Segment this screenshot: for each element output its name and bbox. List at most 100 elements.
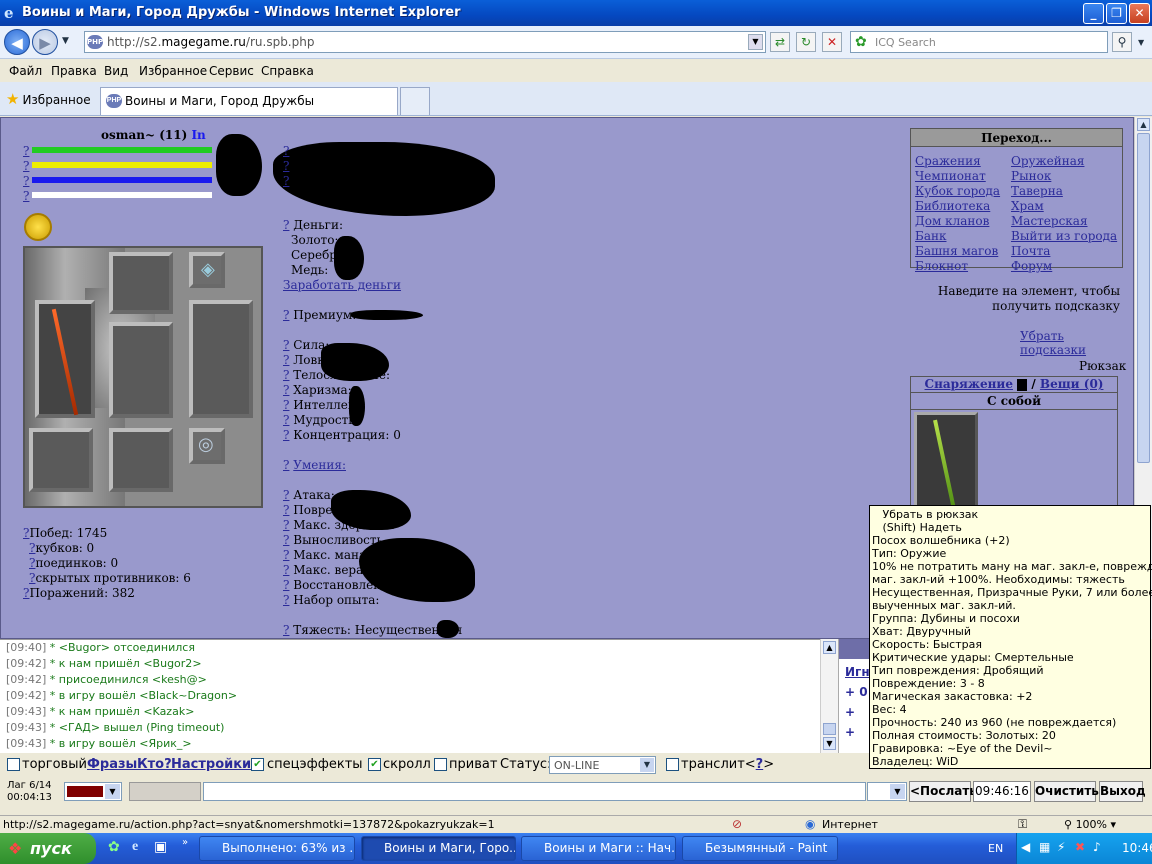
help-link[interactable]: ?: [283, 428, 289, 442]
address-bar[interactable]: PHP http://s2.magegame.ru/ru.spb.php ▼: [84, 31, 766, 53]
task-download[interactable]: Выполнено: 63% из ...: [199, 836, 355, 861]
nav-mage-tower[interactable]: Башня магов: [915, 244, 998, 258]
skills-link[interactable]: Умения:: [293, 458, 346, 472]
chat-nick[interactable]: Bugor2: [153, 657, 193, 670]
security-icon[interactable]: ⚿: [1018, 817, 1027, 832]
help-link[interactable]: ?: [283, 398, 289, 412]
help-link[interactable]: ?: [283, 593, 289, 607]
clear-button[interactable]: Очистить: [1034, 781, 1099, 802]
slot-ring[interactable]: ◎: [189, 428, 225, 464]
scroll-thumb[interactable]: [823, 723, 836, 735]
expand-plus[interactable]: +: [845, 705, 855, 719]
earn-money-link[interactable]: Заработать деньги: [283, 278, 401, 292]
help-link[interactable]: ?: [283, 623, 289, 637]
color-select[interactable]: ▼: [64, 782, 122, 801]
forward-button[interactable]: ▶: [32, 29, 58, 55]
stop-icon[interactable]: ✕: [822, 32, 842, 52]
effects-checkbox[interactable]: ✔: [251, 758, 264, 771]
desktop-icon[interactable]: ▣: [154, 839, 167, 855]
nav-leave-city[interactable]: Выйти из города: [1011, 229, 1117, 243]
send-button[interactable]: <Послать: [909, 781, 977, 802]
scroll-thumb[interactable]: [1137, 133, 1150, 463]
help-link[interactable]: ?: [23, 144, 29, 158]
zoom-level[interactable]: ⚲ 100% ▾: [1064, 818, 1116, 831]
carried-item-slot[interactable]: [914, 412, 978, 515]
search-options-icon[interactable]: ▼: [1138, 38, 1144, 47]
things-tab[interactable]: Вещи (0): [1040, 377, 1104, 391]
help-link[interactable]: ?: [283, 518, 289, 532]
tab-active[interactable]: PHP Воины и Маги, Город Дружбы: [100, 87, 398, 115]
tooltip-action[interactable]: Убрать в рюкзак: [872, 508, 1148, 521]
volume-icon[interactable]: ♪: [1093, 840, 1101, 854]
safely-remove-icon[interactable]: ⚡: [1057, 840, 1065, 854]
help-link[interactable]: ?: [283, 488, 289, 502]
expand-plus[interactable]: +: [845, 725, 855, 739]
help-link[interactable]: ?: [283, 563, 289, 577]
nav-battles[interactable]: Сражения: [915, 154, 981, 168]
nav-notebook[interactable]: Блокнот: [915, 259, 968, 273]
chat-nick[interactable]: ГАД: [68, 721, 91, 734]
menu-view[interactable]: Вид: [104, 64, 128, 78]
help-link[interactable]: ?: [23, 159, 29, 173]
help-link[interactable]: ?: [283, 578, 289, 592]
slot-amulet[interactable]: ◈: [189, 252, 225, 288]
tooltip-action[interactable]: (Shift) Надеть: [872, 521, 1148, 534]
language-indicator[interactable]: EN: [988, 842, 1003, 855]
chat-nick[interactable]: kesh@: [161, 673, 197, 686]
exit-button[interactable]: Выход: [1099, 781, 1146, 802]
nav-city-cup[interactable]: Кубок города: [915, 184, 1000, 198]
address-dropdown-icon[interactable]: ▼: [748, 34, 763, 50]
search-box[interactable]: ✿ ICQ Search: [850, 31, 1108, 53]
minimize-button[interactable]: _: [1083, 3, 1104, 24]
who-link[interactable]: Кто?: [137, 757, 172, 772]
help-link[interactable]: ?: [283, 458, 289, 472]
slot-head[interactable]: [109, 252, 173, 314]
ie-quicklaunch-icon[interactable]: e: [132, 839, 138, 855]
chat-scrollbar[interactable]: ▲ ▼: [820, 639, 838, 753]
chat-nick[interactable]: Kazak: [153, 705, 186, 718]
task-ie-active[interactable]: Воины и Маги, Горо...: [361, 836, 516, 861]
slot-gloves[interactable]: [29, 428, 93, 492]
nav-tavern[interactable]: Таверна: [1011, 184, 1063, 198]
menu-tools[interactable]: Сервис: [209, 64, 254, 78]
antivirus-icon[interactable]: ✖: [1075, 840, 1085, 854]
more-icon[interactable]: »: [182, 837, 188, 848]
help-link[interactable]: ?: [283, 368, 289, 382]
private-checkbox[interactable]: [434, 758, 447, 771]
menu-file[interactable]: Файл: [9, 64, 42, 78]
history-dropdown-icon[interactable]: ▼: [62, 36, 69, 46]
back-button[interactable]: ◀: [4, 29, 30, 55]
menu-edit[interactable]: Правка: [51, 64, 97, 78]
compat-icon[interactable]: ⇄: [770, 32, 790, 52]
nav-temple[interactable]: Храм: [1011, 199, 1044, 213]
nav-forum[interactable]: Форум: [1011, 259, 1052, 273]
network-icon[interactable]: ▦: [1039, 840, 1050, 854]
smiley-select[interactable]: ▼: [867, 782, 907, 801]
nav-championship[interactable]: Чемпионат: [915, 169, 986, 183]
chat-nick[interactable]: Black~Dragon: [148, 689, 227, 702]
refresh-icon[interactable]: ↻: [796, 32, 816, 52]
chat-nick[interactable]: Bugor: [68, 641, 101, 654]
help-link[interactable]: ?: [283, 548, 289, 562]
favorites-button[interactable]: ★ Избранное: [6, 90, 91, 108]
nav-clan-house[interactable]: Дом кланов: [915, 214, 989, 228]
slot-weapon[interactable]: [35, 300, 95, 418]
search-go-icon[interactable]: ⚲: [1112, 32, 1132, 52]
help-link[interactable]: ?: [283, 503, 289, 517]
in-link[interactable]: In: [191, 128, 205, 142]
close-button[interactable]: ✕: [1129, 3, 1150, 24]
blocked-icon[interactable]: ⊘: [732, 817, 742, 831]
status-select[interactable]: ON-LINE ▼: [549, 756, 656, 774]
new-tab-button[interactable]: [400, 87, 430, 115]
scroll-up-icon[interactable]: ▲: [823, 641, 836, 654]
scroll-up-icon[interactable]: ▲: [1137, 118, 1150, 131]
slot-boots[interactable]: [109, 428, 173, 492]
nav-market[interactable]: Рынок: [1011, 169, 1051, 183]
scroll-checkbox[interactable]: ✔: [368, 758, 381, 771]
maximize-button[interactable]: ❐: [1106, 3, 1127, 24]
help-link[interactable]: ?: [283, 383, 289, 397]
nav-mail[interactable]: Почта: [1011, 244, 1050, 258]
menu-help[interactable]: Справка: [261, 64, 314, 78]
help-link[interactable]: ?: [23, 174, 29, 188]
scroll-down-icon[interactable]: ▼: [823, 737, 836, 750]
